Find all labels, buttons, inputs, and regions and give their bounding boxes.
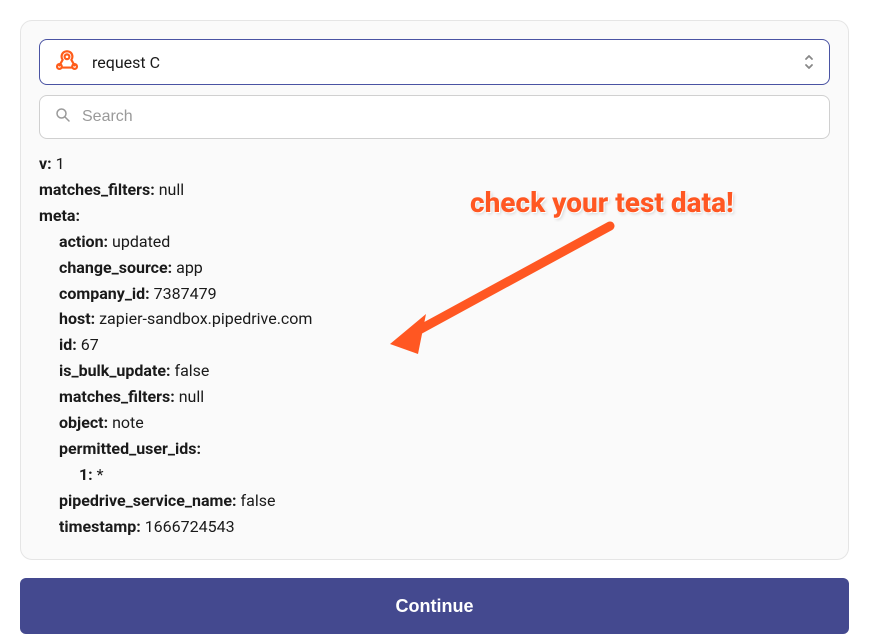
payload-row: company_id: 7387479: [39, 281, 822, 307]
payload-row: meta:: [39, 203, 822, 229]
payload-row: is_bulk_update: false: [39, 358, 822, 384]
search-field[interactable]: [39, 95, 830, 139]
payload-row: matches_filters: null: [39, 177, 822, 203]
payload-row: matches_filters: null: [39, 384, 822, 410]
payload-row: timestamp: 1666724543: [39, 514, 822, 540]
request-selector-label: request C: [92, 53, 791, 72]
payload-row: pipedrive_service_name: false: [39, 488, 822, 514]
payload-row: 1: *: [39, 462, 822, 488]
payload-row: permitted_user_ids:: [39, 436, 822, 462]
payload-row: timestamp_micro: 1666724543834062: [39, 540, 822, 541]
payload-row: v: 1: [39, 151, 822, 177]
search-input[interactable]: [82, 108, 815, 126]
payload-row: action: updated: [39, 229, 822, 255]
payload-row: id: 67: [39, 332, 822, 358]
payload-row: change_source: app: [39, 255, 822, 281]
chevron-up-down-icon: [803, 53, 815, 71]
request-selector[interactable]: request C: [39, 39, 830, 85]
search-icon: [54, 106, 72, 128]
payload-row: host: zapier-sandbox.pipedrive.com: [39, 306, 822, 332]
payload-row: object: note: [39, 410, 822, 436]
continue-button[interactable]: Continue: [20, 578, 849, 634]
request-panel: request C v: 1 matches_filters: null met…: [20, 20, 849, 560]
payload-viewer[interactable]: v: 1 matches_filters: null meta: action:…: [39, 151, 830, 541]
webhook-icon: [54, 47, 80, 77]
